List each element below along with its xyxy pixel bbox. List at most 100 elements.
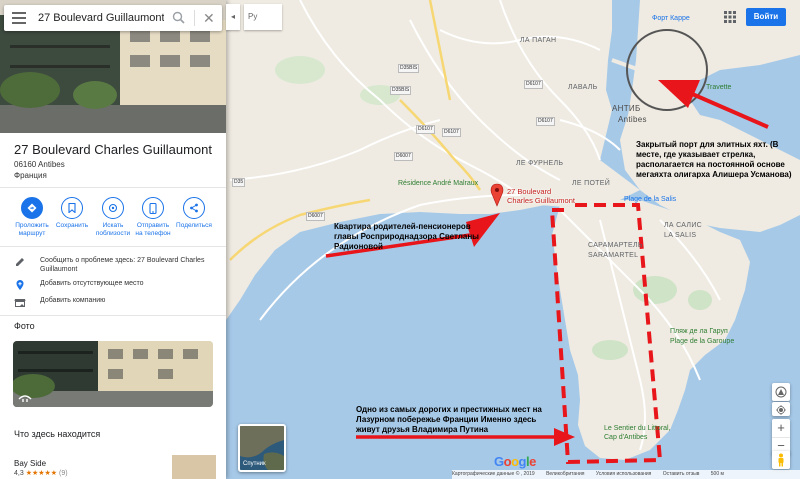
map-label-le-ponteil: ЛЕ ПОТЕЙ bbox=[572, 180, 611, 187]
phone-icon bbox=[142, 197, 164, 219]
annotation-coast: Одно из самых дорогих и престижных мест … bbox=[356, 405, 542, 434]
nearby-label: Искать поблизости bbox=[95, 222, 131, 237]
pegman-icon bbox=[778, 453, 784, 467]
poi-travette[interactable]: Travette bbox=[706, 84, 731, 91]
annotation-port: Закрытый порт для элитных яхт. (В месте,… bbox=[636, 140, 792, 179]
close-icon[interactable]: ✕ bbox=[203, 10, 215, 26]
search-box: 27 Boulevard Guillaumont, 06160 ✕ bbox=[4, 5, 222, 31]
apps-grid-icon[interactable] bbox=[724, 11, 736, 23]
zoom-in-button[interactable]: + bbox=[772, 419, 790, 437]
poi-fort[interactable]: Форт Карре bbox=[652, 15, 690, 22]
annotation-apartment: Квартира родителей-пенсионеров главы Рос… bbox=[334, 222, 480, 251]
road-shield: D6007 bbox=[394, 152, 413, 161]
directions-label: Проложить маршрут bbox=[15, 222, 49, 237]
search-input[interactable]: 27 Boulevard Guillaumont, 06160 bbox=[38, 12, 164, 24]
pegman-button[interactable] bbox=[772, 451, 790, 469]
photos-heading: Фото bbox=[14, 321, 35, 331]
rating-stars: ★★★★★ bbox=[25, 470, 58, 477]
share-label: Поделиться bbox=[176, 222, 212, 229]
save-label: Сохранить bbox=[55, 222, 89, 229]
divider bbox=[0, 246, 226, 247]
bookmark-icon bbox=[61, 197, 83, 219]
nearby-button[interactable]: Искать поблизости bbox=[93, 197, 133, 238]
map-label-saramartel: САРАМАРТЕЛЬ bbox=[588, 242, 643, 249]
satellite-label: Спутник bbox=[243, 461, 266, 467]
pin-label[interactable]: 27 Boulevard Charles Guillaumont bbox=[507, 187, 577, 205]
add-missing-place-text: Добавить отсутствующее место bbox=[40, 280, 144, 287]
map-label-antibes: Antibes bbox=[618, 115, 647, 124]
directions-button[interactable]: Проложить маршрут bbox=[12, 197, 52, 238]
compass-button[interactable] bbox=[772, 383, 790, 401]
compass-icon bbox=[775, 386, 787, 398]
send-to-phone-button[interactable]: Отправить на телефон bbox=[133, 197, 173, 238]
nearby-thumbnail[interactable] bbox=[172, 455, 216, 479]
poi-plage-garoupe-2[interactable]: Plage de la Garoupe bbox=[670, 338, 734, 345]
place-title: 27 Boulevard Charles Guillaumont bbox=[14, 142, 212, 157]
language-selector[interactable]: Ру bbox=[244, 4, 282, 30]
scale-label: 500 м bbox=[710, 471, 724, 477]
rating-count: (9) bbox=[59, 470, 68, 477]
nearby-icon bbox=[102, 197, 124, 219]
search-icon[interactable] bbox=[172, 11, 185, 24]
terms-link[interactable]: Условия использования bbox=[596, 471, 652, 477]
map-label-antibes-ru: АНТИБ bbox=[612, 104, 641, 113]
road-shield: D35BIS bbox=[390, 86, 412, 95]
divider bbox=[194, 10, 195, 26]
place-address: 06160 Antibes bbox=[14, 160, 65, 169]
street-view-photo[interactable] bbox=[13, 341, 213, 407]
add-missing-place-row[interactable]: Добавить отсутствующее место bbox=[14, 279, 220, 291]
share-button[interactable]: Поделиться bbox=[174, 197, 214, 230]
add-business-row[interactable]: Добавить компанию bbox=[14, 296, 220, 308]
park bbox=[688, 290, 712, 310]
collapse-panel-button[interactable]: ◂ bbox=[226, 4, 240, 30]
road-shield: D6107 bbox=[536, 117, 555, 126]
road-shield: D6107 bbox=[524, 80, 543, 89]
park bbox=[592, 340, 628, 360]
road-shield: D6007 bbox=[306, 212, 325, 221]
menu-icon[interactable] bbox=[12, 12, 26, 24]
map-label-salis-ru: ЛА САЛИС bbox=[664, 222, 703, 229]
map-label-fournel: ЛЕ ФУРНЕЛЬ bbox=[516, 160, 564, 167]
map-label-salis: LA SALIS bbox=[664, 232, 697, 239]
map-label-la-pagan: ЛА ПАГАН bbox=[520, 37, 557, 44]
feedback-link[interactable]: Оставить отзыв bbox=[663, 471, 700, 477]
report-problem-row[interactable]: Сообщить о проблеме здесь: 27 Boulevard … bbox=[14, 256, 220, 276]
road-shield: D35BIS bbox=[398, 64, 420, 73]
poi-sentier[interactable]: Le Sentier du Littoral, Cap d'Antibes bbox=[604, 424, 678, 442]
language-label: Ру bbox=[248, 12, 258, 21]
divider bbox=[0, 315, 226, 316]
rating-value: 4,3 bbox=[14, 470, 24, 477]
business-icon bbox=[14, 299, 26, 307]
poi-plage-garoupe[interactable]: Пляж де ла Гаруп bbox=[670, 328, 728, 335]
poi-residence[interactable]: Résidence André Malraux bbox=[398, 180, 478, 187]
nearby-place-name[interactable]: Bay Side bbox=[14, 459, 46, 468]
place-panel: 27 Boulevard Charles Guillaumont 06160 A… bbox=[0, 0, 226, 479]
map-label-saramartel-2: SARAMARTEL bbox=[588, 252, 639, 259]
nearby-heading: Что здесь находится bbox=[14, 429, 101, 439]
road-shield: D6107 bbox=[442, 128, 461, 137]
edit-icon bbox=[16, 258, 24, 266]
add-business-text: Добавить компанию bbox=[40, 297, 106, 304]
copyright-text: Картографические данные © , 2019 bbox=[452, 471, 535, 477]
map-footer: Картографические данные © , 2019 Великоб… bbox=[452, 470, 800, 479]
sign-in-button[interactable]: Войти bbox=[746, 8, 786, 26]
send-to-phone-label: Отправить на телефон bbox=[135, 222, 171, 237]
add-place-icon bbox=[16, 280, 24, 290]
my-location-button[interactable] bbox=[772, 402, 790, 416]
park bbox=[275, 56, 325, 84]
report-problem-text: Сообщить о проблеме здесь: 27 Boulevard … bbox=[40, 257, 205, 273]
share-icon bbox=[183, 197, 205, 219]
divider bbox=[0, 187, 226, 188]
google-logo: Google bbox=[494, 454, 536, 469]
country-link[interactable]: Великобритания bbox=[546, 471, 584, 477]
road-shield: D6107 bbox=[416, 125, 435, 134]
save-button[interactable]: Сохранить bbox=[52, 197, 92, 230]
satellite-toggle[interactable]: Спутник bbox=[238, 424, 286, 472]
location-icon bbox=[776, 405, 786, 415]
road-shield: D35 bbox=[232, 178, 246, 187]
poi-plage-salis[interactable]: Plage de la Salis bbox=[624, 196, 676, 203]
zoom-controls: + − bbox=[772, 419, 790, 455]
directions-icon bbox=[21, 197, 43, 219]
nearby-rating: 4,3 ★★★★★ (9) bbox=[14, 469, 68, 477]
map-label-laval: ЛАВАЛЬ bbox=[568, 84, 598, 91]
